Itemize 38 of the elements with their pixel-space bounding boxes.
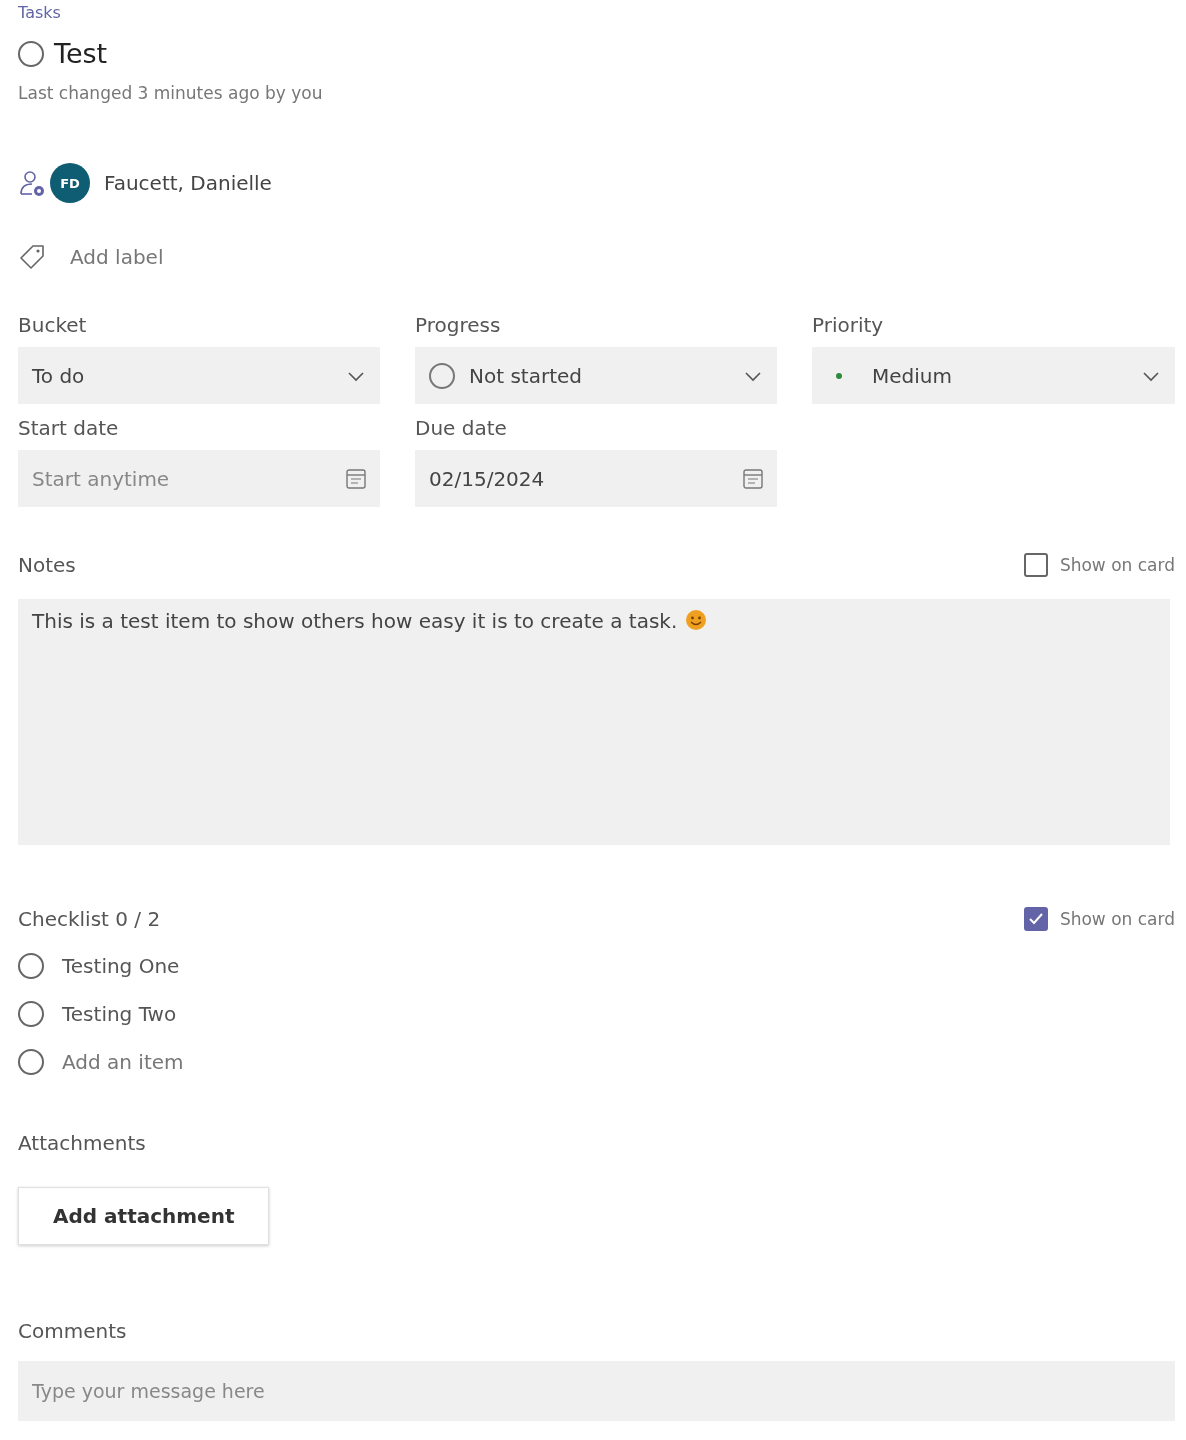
checkbox-label: Show on card xyxy=(1059,909,1175,929)
field-label: Progress xyxy=(415,313,502,337)
comment-field[interactable]: Type your message here xyxy=(18,1361,1175,1421)
calendar-icon xyxy=(346,468,366,489)
checkbox[interactable] xyxy=(1023,553,1048,577)
field-label: Priority xyxy=(812,313,885,337)
dropdown[interactable]: Medium xyxy=(812,347,1175,404)
checkbox[interactable] xyxy=(1023,907,1048,931)
checklist-item: Testing One xyxy=(62,954,180,978)
checklist-checkbox[interactable] xyxy=(18,1001,44,1027)
avatar: FD xyxy=(50,163,90,203)
tag-icon xyxy=(18,243,46,271)
checklist-checkbox[interactable] xyxy=(18,1049,44,1075)
notes-field[interactable]: This is a test item to show others how easy it is to create a task. xyxy=(18,599,1170,845)
date-field[interactable]: 02/15/2024 xyxy=(415,450,777,507)
field-label: Due date xyxy=(415,416,508,440)
complete-toggle[interactable] xyxy=(18,40,44,67)
breadcrumb-link[interactable]: Tasks xyxy=(18,3,61,22)
task-title: Test xyxy=(54,38,108,69)
calendar-icon xyxy=(743,468,763,489)
add-label-button[interactable]: Add label xyxy=(70,245,164,269)
checkbox-label: Show on card xyxy=(1059,555,1175,575)
add-item-field[interactable]: Add an item xyxy=(62,1050,184,1074)
progress-circle-icon xyxy=(429,362,455,389)
assignee-name: Faucett, Danielle xyxy=(104,171,272,195)
dropdown[interactable]: To do xyxy=(18,347,380,404)
dropdown[interactable]: Not started xyxy=(415,347,777,404)
field-label: Bucket xyxy=(18,313,88,337)
section-label: Notes xyxy=(18,553,76,577)
last-changed-text: Last changed 3 minutes ago by you xyxy=(18,83,324,103)
section-label: Comments xyxy=(18,1319,128,1343)
field-label: Start date xyxy=(18,416,120,440)
checklist-title: Checklist 0 / 2 xyxy=(18,907,161,931)
checklist-item: Testing Two xyxy=(62,1002,177,1026)
add-attachment-button[interactable]: Add attachment xyxy=(18,1187,270,1245)
checklist-checkbox[interactable] xyxy=(18,953,44,979)
section-label: Attachments xyxy=(18,1131,147,1155)
assign-icon xyxy=(18,169,46,197)
